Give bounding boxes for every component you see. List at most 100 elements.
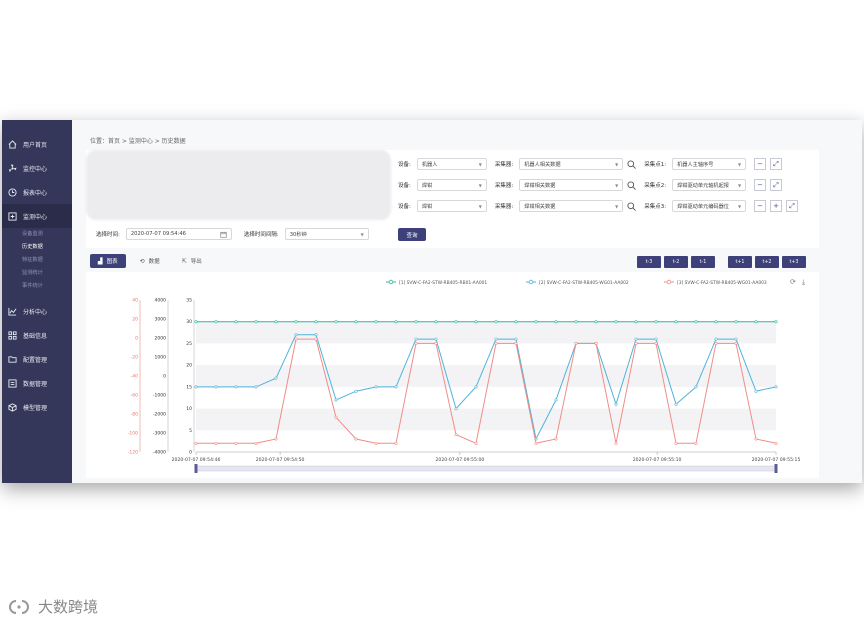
search-icon[interactable]: [627, 201, 637, 211]
series-point: [394, 385, 398, 389]
tab-chart[interactable]: ▟ 图表: [90, 254, 126, 268]
device-select[interactable]: 焊钳 ▼: [416, 200, 487, 212]
collector-select-value: 焊钳相关数据: [524, 203, 556, 210]
clock-icon: [8, 187, 17, 197]
plus-icon: +: [773, 202, 780, 210]
sidebar-item-data-management[interactable]: 数据管理: [2, 371, 72, 395]
y-tick-label: -100: [128, 431, 138, 437]
sidebar-item-analysis-center[interactable]: 分析中心: [2, 299, 72, 323]
series-point: [614, 441, 618, 445]
range-button-t-2[interactable]: t-2: [664, 256, 688, 268]
sidebar-item-model-management[interactable]: 模型管理: [2, 395, 72, 419]
sidebar-item-home[interactable]: 用户首页: [2, 132, 72, 156]
y-tick-label: 0: [135, 336, 138, 342]
point-select[interactable]: 焊钳驱动单元轴机起报 ▼: [672, 179, 747, 191]
refresh-icon: ⟲: [139, 257, 145, 265]
collector-select-value: 机器人相关数据: [524, 161, 561, 168]
sidebar-item-config[interactable]: 配置管理: [2, 347, 72, 371]
point-label: 采集点3:: [644, 204, 667, 210]
series-point: [214, 385, 218, 389]
minus-icon: −: [757, 202, 764, 210]
sidebar-item-detection-center[interactable]: 监测中心: [2, 204, 72, 228]
series-point: [294, 333, 298, 337]
submenu-item[interactable]: 设备监测: [2, 228, 72, 241]
restore-icon: ⟳: [790, 278, 796, 286]
remove-button[interactable]: −: [754, 200, 767, 212]
series-point: [694, 441, 698, 445]
series-point: [374, 441, 378, 445]
series-point: [714, 320, 718, 324]
sidebar-item-label: 配置管理: [23, 356, 48, 364]
tab-data[interactable]: ⟲ 数据: [132, 254, 168, 268]
expand-icon: ⤢: [773, 159, 779, 168]
grid-icon: [8, 330, 17, 340]
submenu-item-active[interactable]: 历史数据: [2, 241, 72, 254]
device-select[interactable]: 焊钳 ▼: [416, 179, 487, 191]
search-icon[interactable]: [627, 159, 637, 169]
legend-entry: [3] SVW-C-FA2-STW-RB405-WG01-AA003: [677, 280, 767, 286]
expand-button[interactable]: ⤢: [770, 158, 783, 170]
submenu-item[interactable]: 监测统计: [2, 267, 72, 280]
series-point: [694, 385, 698, 389]
series-point: [394, 320, 398, 324]
y-tick-label: 30: [186, 319, 192, 325]
watermark-text: 大数跨境: [38, 598, 99, 616]
device-select[interactable]: 机器人 ▼: [416, 158, 487, 170]
collector-select[interactable]: 焊钳相关数据 ▼: [519, 179, 624, 191]
brand-logo-icon: [9, 599, 29, 614]
expand-button[interactable]: ⤢: [770, 179, 783, 191]
y-tick-label: -4000: [153, 450, 166, 456]
point-select[interactable]: 机器人主轴序号 ▼: [672, 158, 747, 170]
point-select[interactable]: 焊钳驱动单元编码器位 ▼: [672, 200, 747, 212]
y-tick-label: 20: [186, 363, 192, 369]
sidebar-item-monitor-center[interactable]: 监控中心: [2, 156, 72, 180]
series-point: [754, 437, 758, 441]
start-time-input[interactable]: 2020-07-07 09:54:46: [125, 228, 232, 240]
fan-icon: [8, 163, 17, 173]
tab-export[interactable]: ⇱ 导出: [174, 254, 210, 268]
sidebar-item-basic-info[interactable]: 基础信息: [2, 323, 72, 347]
range-button-t-1[interactable]: t-1: [691, 256, 715, 268]
duration-select[interactable]: 30秒钟 ▼: [284, 228, 369, 240]
collector-select[interactable]: 焊钳相关数据 ▼: [519, 200, 624, 212]
sidebar-item-report-center[interactable]: 报表中心: [2, 180, 72, 204]
range-button-t+3[interactable]: t+3: [782, 256, 806, 268]
search-icon[interactable]: [627, 180, 637, 190]
duration-value: 30秒钟: [289, 231, 307, 238]
query-button[interactable]: 查询: [398, 228, 426, 241]
grid-band: [196, 321, 776, 344]
remove-button[interactable]: −: [754, 179, 767, 191]
chart-icon: ▟: [98, 257, 103, 265]
range-button-t+2[interactable]: t+2: [755, 256, 779, 268]
grid-band: [196, 365, 776, 387]
device-label: 设备:: [398, 162, 411, 168]
series-point: [214, 320, 218, 324]
chevron-down-icon: ▼: [478, 203, 482, 209]
y-tick-label: 1000: [155, 355, 167, 361]
y-tick-label: 15: [186, 384, 192, 390]
range-button-t-3[interactable]: t-3: [637, 256, 661, 268]
series-point: [734, 320, 738, 324]
range-button-t+1[interactable]: t+1: [728, 256, 752, 268]
y-tick-label: 4000: [155, 298, 167, 304]
legend-entry: [1] SVW-C-FA2-STW-RB405-RB01-AA001: [399, 280, 487, 286]
minus-icon: −: [757, 181, 764, 189]
series-point: [774, 441, 778, 445]
submenu-item[interactable]: 特征数据: [2, 254, 72, 267]
expand-button[interactable]: ⤢: [786, 200, 799, 212]
remove-button[interactable]: −: [754, 158, 767, 170]
series-point: [194, 441, 198, 445]
series-point: [434, 320, 438, 324]
collector-select[interactable]: 机器人相关数据 ▼: [519, 158, 624, 170]
series-point: [414, 320, 418, 324]
y-tick-label: -80: [131, 412, 138, 418]
breadcrumb: 位置：首页 > 监测中心 > 历史数据: [90, 138, 186, 145]
series-point: [774, 385, 778, 389]
y-tick-label: 20: [132, 317, 138, 323]
x-tick-label: 2020-07-07 09:54:46: [172, 457, 221, 463]
series-point: [654, 337, 658, 341]
series-point: [454, 320, 458, 324]
history-chart: [1] SVW-C-FA2-STW-RB405-RB01-AA001 [2] SV…: [128, 278, 805, 473]
submenu-item[interactable]: 事件统计: [2, 280, 72, 293]
add-button[interactable]: +: [770, 200, 783, 212]
